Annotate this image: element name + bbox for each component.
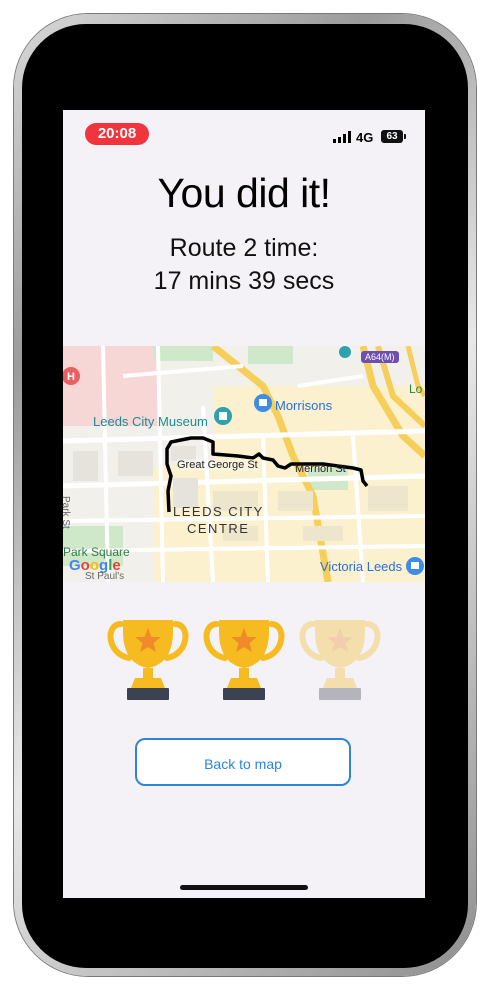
success-headline: You did it! (157, 170, 331, 216)
map-label-museum: Leeds City Museum (93, 414, 208, 429)
map-label-great-george-st: Great George St (177, 459, 258, 471)
status-bar: 20:08 4G 63 (63, 110, 425, 154)
map-label-city-centre-line2: CENTRE (187, 521, 250, 536)
back-to-map-button[interactable]: Back to map (135, 738, 351, 786)
route-map[interactable]: H A64(M) Lo Leeds City Museum Morrisons … (63, 346, 425, 582)
app-screen: 20:08 4G 63 You did it! Route 2 time: 17… (63, 110, 425, 898)
map-label-st-pauls: St Paul's (85, 571, 125, 582)
route-time-label: Route 2 time: (169, 234, 319, 262)
map-label-merrion-st: Merrion St (295, 463, 346, 475)
map-label-city-centre-line1: LEEDS CITY (173, 504, 264, 519)
trophy-icon (203, 620, 285, 700)
route-time-value: 17 mins 39 secs (153, 267, 335, 295)
battery-icon: 63 (381, 130, 403, 143)
svg-text:H: H (67, 371, 75, 383)
home-indicator[interactable] (180, 885, 308, 890)
signal-icon (333, 131, 351, 143)
map-label-morrisons: Morrisons (275, 398, 333, 413)
map-label-a64m: A64(M) (361, 351, 399, 363)
battery-nub (404, 134, 406, 139)
trophy-icon (107, 620, 189, 700)
map-label-partial: Lo (409, 382, 423, 396)
status-time: 20:08 (85, 123, 149, 145)
network-type: 4G (356, 130, 374, 145)
trophy-icon-unearned (299, 620, 381, 700)
map-label-park-st: Park St (63, 496, 71, 529)
map-label-victoria-leeds: Victoria Leeds (320, 559, 403, 574)
